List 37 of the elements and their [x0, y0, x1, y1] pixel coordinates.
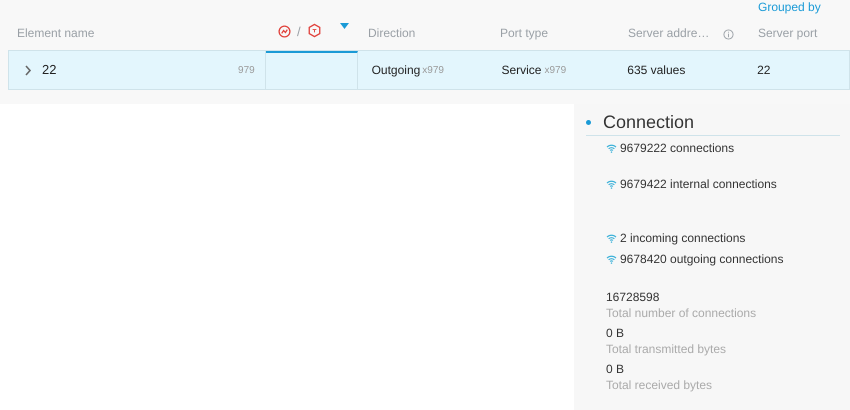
stat-value: 0 B: [606, 361, 626, 377]
table-cell-text: 22: [42, 61, 56, 80]
stat-value: 16728598: [606, 289, 660, 305]
connection-count: 9678420 outgoing connections: [620, 251, 784, 268]
table-cell-text: Outgoing: [372, 62, 420, 79]
gauge-icon[interactable]: [278, 25, 291, 38]
bullet-icon: [586, 120, 591, 125]
column-header[interactable]: Server addre…: [628, 24, 710, 42]
wifi-icon: [606, 180, 617, 188]
table-row[interactable]: 22 979 Outgoing x979 Service x979 635 values 22: [8, 50, 850, 90]
column-header[interactable]: Direction: [368, 24, 416, 42]
column-header[interactable]: Port type: [500, 24, 548, 42]
connection-count: 9679422 internal connections: [620, 176, 777, 193]
column-header[interactable]: Server port: [758, 24, 850, 42]
wifi-icon: [606, 254, 617, 264]
table-cell-text: Service: [501, 62, 542, 79]
table-cell-text: 22: [757, 62, 770, 79]
column-header[interactable]: Element name: [17, 24, 94, 42]
hexagon-icon[interactable]: [306, 23, 322, 38]
count: 979: [238, 64, 255, 78]
separator: /: [297, 25, 301, 38]
stat-value: 0 B: [606, 325, 626, 341]
stat-label: Total received bytes: [606, 377, 714, 393]
sort-caret-icon[interactable]: [340, 23, 349, 29]
count: x979: [422, 64, 444, 78]
stat-label: Total number of connections: [606, 305, 758, 321]
wifi-icon: [606, 234, 617, 242]
count: x979: [544, 64, 566, 78]
table-cell-text: 635 values: [627, 62, 686, 79]
info-icon[interactable]: [723, 29, 734, 40]
chevron-icon[interactable]: [25, 64, 32, 76]
connection-count: 2 incoming connections: [620, 230, 746, 247]
connection-count: 9679222 connections: [620, 140, 734, 157]
stat-label: Total transmitted bytes: [606, 341, 728, 357]
panel-title: Connection: [603, 111, 694, 134]
wifi-icon: [606, 144, 617, 152]
grouped-by-label[interactable]: Grouped by: [758, 0, 850, 16]
